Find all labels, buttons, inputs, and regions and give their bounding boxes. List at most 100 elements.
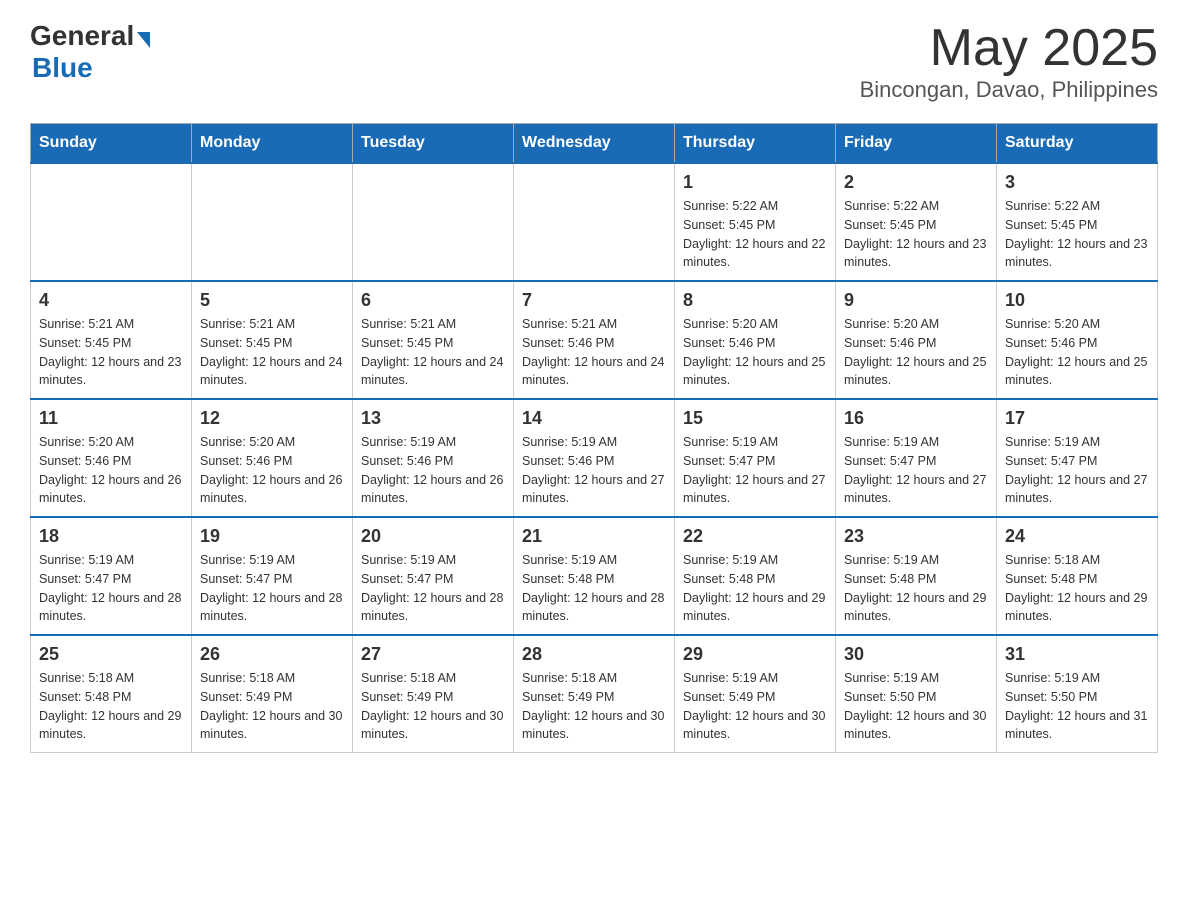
day-info: Sunrise: 5:20 AM Sunset: 5:46 PM Dayligh… [844, 315, 988, 390]
calendar-cell: 4 Sunrise: 5:21 AM Sunset: 5:45 PM Daylig… [31, 281, 192, 399]
day-number: 15 [683, 408, 827, 429]
day-info: Sunrise: 5:19 AM Sunset: 5:46 PM Dayligh… [522, 433, 666, 508]
day-info: Sunrise: 5:22 AM Sunset: 5:45 PM Dayligh… [683, 197, 827, 272]
day-info: Sunrise: 5:19 AM Sunset: 5:48 PM Dayligh… [844, 551, 988, 626]
day-info: Sunrise: 5:18 AM Sunset: 5:49 PM Dayligh… [361, 669, 505, 744]
day-number: 26 [200, 644, 344, 665]
calendar-cell [353, 163, 514, 281]
day-info: Sunrise: 5:21 AM Sunset: 5:45 PM Dayligh… [39, 315, 183, 390]
day-info: Sunrise: 5:19 AM Sunset: 5:50 PM Dayligh… [1005, 669, 1149, 744]
day-number: 4 [39, 290, 183, 311]
day-number: 7 [522, 290, 666, 311]
calendar-cell [31, 163, 192, 281]
calendar-week-row: 25 Sunrise: 5:18 AM Sunset: 5:48 PM Dayli… [31, 635, 1158, 753]
logo-text-general: General [30, 20, 134, 52]
day-info: Sunrise: 5:19 AM Sunset: 5:49 PM Dayligh… [683, 669, 827, 744]
day-info: Sunrise: 5:21 AM Sunset: 5:45 PM Dayligh… [361, 315, 505, 390]
calendar-cell: 25 Sunrise: 5:18 AM Sunset: 5:48 PM Dayli… [31, 635, 192, 753]
logo: General Blue [30, 20, 150, 84]
day-info: Sunrise: 5:19 AM Sunset: 5:50 PM Dayligh… [844, 669, 988, 744]
calendar-cell: 1 Sunrise: 5:22 AM Sunset: 5:45 PM Daylig… [675, 163, 836, 281]
calendar-cell: 23 Sunrise: 5:19 AM Sunset: 5:48 PM Dayli… [836, 517, 997, 635]
calendar-cell: 31 Sunrise: 5:19 AM Sunset: 5:50 PM Dayli… [997, 635, 1158, 753]
calendar-cell: 11Sunrise: 5:20 AM Sunset: 5:46 PM Dayli… [31, 399, 192, 517]
day-number: 11 [39, 408, 183, 429]
day-number: 2 [844, 172, 988, 193]
day-number: 25 [39, 644, 183, 665]
day-info: Sunrise: 5:19 AM Sunset: 5:47 PM Dayligh… [1005, 433, 1149, 508]
day-number: 17 [1005, 408, 1149, 429]
day-number: 5 [200, 290, 344, 311]
day-info: Sunrise: 5:19 AM Sunset: 5:48 PM Dayligh… [683, 551, 827, 626]
calendar-cell: 17 Sunrise: 5:19 AM Sunset: 5:47 PM Dayli… [997, 399, 1158, 517]
calendar-title: May 2025 [860, 20, 1158, 77]
calendar-cell: 9 Sunrise: 5:20 AM Sunset: 5:46 PM Daylig… [836, 281, 997, 399]
day-info: Sunrise: 5:18 AM Sunset: 5:49 PM Dayligh… [522, 669, 666, 744]
calendar-cell: 20Sunrise: 5:19 AM Sunset: 5:47 PM Dayli… [353, 517, 514, 635]
day-info: Sunrise: 5:20 AM Sunset: 5:46 PM Dayligh… [1005, 315, 1149, 390]
column-header-tuesday: Tuesday [353, 124, 514, 164]
day-number: 14 [522, 408, 666, 429]
calendar-cell: 6 Sunrise: 5:21 AM Sunset: 5:45 PM Daylig… [353, 281, 514, 399]
day-number: 16 [844, 408, 988, 429]
column-header-thursday: Thursday [675, 124, 836, 164]
logo-triangle-icon [137, 32, 150, 48]
day-info: Sunrise: 5:19 AM Sunset: 5:47 PM Dayligh… [683, 433, 827, 508]
day-number: 12 [200, 408, 344, 429]
calendar-week-row: 4 Sunrise: 5:21 AM Sunset: 5:45 PM Daylig… [31, 281, 1158, 399]
day-number: 31 [1005, 644, 1149, 665]
day-number: 8 [683, 290, 827, 311]
day-info: Sunrise: 5:18 AM Sunset: 5:48 PM Dayligh… [39, 669, 183, 744]
day-number: 6 [361, 290, 505, 311]
day-info: Sunrise: 5:19 AM Sunset: 5:47 PM Dayligh… [844, 433, 988, 508]
calendar-cell: 26 Sunrise: 5:18 AM Sunset: 5:49 PM Dayli… [192, 635, 353, 753]
calendar-cell: 7 Sunrise: 5:21 AM Sunset: 5:46 PM Daylig… [514, 281, 675, 399]
calendar-cell: 16 Sunrise: 5:19 AM Sunset: 5:47 PM Dayli… [836, 399, 997, 517]
calendar-cell: 27 Sunrise: 5:18 AM Sunset: 5:49 PM Dayli… [353, 635, 514, 753]
calendar-cell: 22 Sunrise: 5:19 AM Sunset: 5:48 PM Dayli… [675, 517, 836, 635]
column-header-sunday: Sunday [31, 124, 192, 164]
calendar-cell: 3 Sunrise: 5:22 AM Sunset: 5:45 PM Daylig… [997, 163, 1158, 281]
day-number: 9 [844, 290, 988, 311]
day-number: 30 [844, 644, 988, 665]
day-info: Sunrise: 5:18 AM Sunset: 5:49 PM Dayligh… [200, 669, 344, 744]
calendar-cell: 24Sunrise: 5:18 AM Sunset: 5:48 PM Dayli… [997, 517, 1158, 635]
day-info: Sunrise: 5:20 AM Sunset: 5:46 PM Dayligh… [200, 433, 344, 508]
day-number: 3 [1005, 172, 1149, 193]
day-info: Sunrise: 5:22 AM Sunset: 5:45 PM Dayligh… [844, 197, 988, 272]
calendar-cell: 8Sunrise: 5:20 AM Sunset: 5:46 PM Daylig… [675, 281, 836, 399]
calendar-cell: 13Sunrise: 5:19 AM Sunset: 5:46 PM Dayli… [353, 399, 514, 517]
page-header: General Blue May 2025 Bincongan, Davao, … [30, 20, 1158, 103]
column-header-wednesday: Wednesday [514, 124, 675, 164]
calendar-cell [514, 163, 675, 281]
logo-text-blue: Blue [32, 52, 150, 84]
calendar-cell: 5Sunrise: 5:21 AM Sunset: 5:45 PM Daylig… [192, 281, 353, 399]
calendar-cell: 28 Sunrise: 5:18 AM Sunset: 5:49 PM Dayli… [514, 635, 675, 753]
day-info: Sunrise: 5:19 AM Sunset: 5:47 PM Dayligh… [39, 551, 183, 626]
calendar-header-row: SundayMondayTuesdayWednesdayThursdayFrid… [31, 124, 1158, 164]
calendar-cell: 19Sunrise: 5:19 AM Sunset: 5:47 PM Dayli… [192, 517, 353, 635]
calendar-cell: 21Sunrise: 5:19 AM Sunset: 5:48 PM Dayli… [514, 517, 675, 635]
calendar-cell [192, 163, 353, 281]
day-number: 27 [361, 644, 505, 665]
day-number: 1 [683, 172, 827, 193]
calendar-week-row: 11 Sunrise: 5:20 AM Sunset: 5:46 PM Dayli… [31, 399, 1158, 517]
day-number: 23 [844, 526, 988, 547]
calendar-cell: 2 Sunrise: 5:22 AM Sunset: 5:45 PM Daylig… [836, 163, 997, 281]
day-number: 13 [361, 408, 505, 429]
day-number: 10 [1005, 290, 1149, 311]
day-number: 22 [683, 526, 827, 547]
calendar-cell: 15 Sunrise: 5:19 AM Sunset: 5:47 PM Dayli… [675, 399, 836, 517]
day-number: 28 [522, 644, 666, 665]
column-header-friday: Friday [836, 124, 997, 164]
day-number: 21 [522, 526, 666, 547]
calendar-cell: 14 Sunrise: 5:19 AM Sunset: 5:46 PM Dayli… [514, 399, 675, 517]
calendar-week-row: 1 Sunrise: 5:22 AM Sunset: 5:45 PM Daylig… [31, 163, 1158, 281]
day-number: 18 [39, 526, 183, 547]
calendar-table: SundayMondayTuesdayWednesdayThursdayFrid… [30, 123, 1158, 753]
day-info: Sunrise: 5:21 AM Sunset: 5:46 PM Dayligh… [522, 315, 666, 390]
calendar-cell: 18 Sunrise: 5:19 AM Sunset: 5:47 PM Dayli… [31, 517, 192, 635]
calendar-week-row: 18 Sunrise: 5:19 AM Sunset: 5:47 PM Dayli… [31, 517, 1158, 635]
day-info: Sunrise: 5:22 AM Sunset: 5:45 PM Dayligh… [1005, 197, 1149, 272]
column-header-monday: Monday [192, 124, 353, 164]
